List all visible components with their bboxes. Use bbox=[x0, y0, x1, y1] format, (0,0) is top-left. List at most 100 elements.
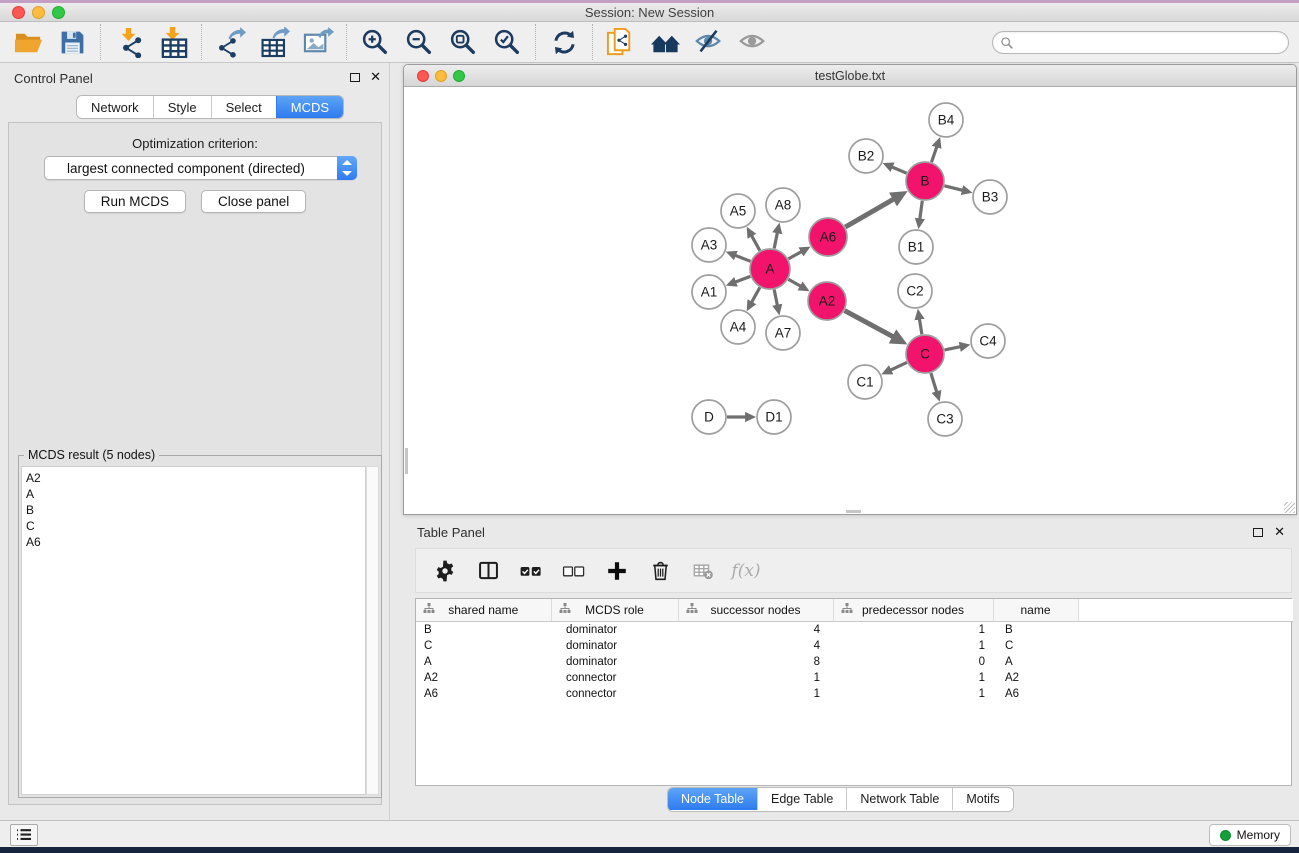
cell-shared-name[interactable]: A2 bbox=[416, 670, 551, 686]
table-row[interactable]: Adominator80A bbox=[416, 654, 1293, 670]
graph-node-C2[interactable]: C2 bbox=[898, 274, 932, 308]
add-column-button[interactable] bbox=[600, 553, 634, 589]
tab-motifs[interactable]: Motifs bbox=[952, 788, 1012, 810]
graph-node-C[interactable]: C bbox=[906, 335, 944, 373]
canvas-horizontal-scroll-thumb[interactable] bbox=[846, 510, 861, 513]
graph-node-C1[interactable]: C1 bbox=[848, 365, 882, 399]
graph-node-A1[interactable]: A1 bbox=[692, 275, 726, 309]
graph-node-B[interactable]: B bbox=[906, 162, 944, 200]
graph-node-A5[interactable]: A5 bbox=[721, 194, 755, 228]
graph-node-C3[interactable]: C3 bbox=[928, 402, 962, 436]
cell-predecessor-nodes[interactable]: 1 bbox=[833, 638, 993, 654]
zoom-out-button[interactable] bbox=[397, 23, 441, 61]
cell-successor-nodes[interactable]: 1 bbox=[678, 670, 833, 686]
graph-node-A8[interactable]: A8 bbox=[766, 188, 800, 222]
import-table-button[interactable] bbox=[151, 23, 195, 61]
show-column-button[interactable] bbox=[471, 553, 505, 589]
refresh-view-button[interactable] bbox=[542, 23, 586, 61]
column-header-MCDS-role[interactable]: MCDS role bbox=[551, 599, 678, 621]
criterion-dropdown[interactable]: largest connected component (directed) bbox=[44, 156, 357, 180]
close-panel-icon[interactable]: ✕ bbox=[370, 72, 381, 82]
close-table-panel-icon[interactable]: ✕ bbox=[1274, 527, 1285, 537]
hide-selected-button[interactable] bbox=[687, 23, 731, 61]
edge-A2-C[interactable] bbox=[845, 311, 895, 338]
open-session-button[interactable] bbox=[6, 23, 50, 61]
column-header-name[interactable]: name bbox=[993, 599, 1078, 621]
cell-MCDS-role[interactable]: connector bbox=[551, 670, 678, 686]
column-header-predecessor-nodes[interactable]: predecessor nodes bbox=[833, 599, 993, 621]
cell-predecessor-nodes[interactable]: 1 bbox=[833, 621, 993, 638]
graph-node-B3[interactable]: B3 bbox=[973, 180, 1007, 214]
search-field[interactable] bbox=[992, 31, 1289, 54]
edge-A-A1[interactable] bbox=[735, 276, 751, 282]
edge-A-A3[interactable] bbox=[735, 255, 751, 261]
graph-node-D[interactable]: D bbox=[692, 400, 726, 434]
graph-node-A3[interactable]: A3 bbox=[692, 228, 726, 262]
cell-successor-nodes[interactable]: 1 bbox=[678, 686, 833, 702]
edge-A-A7[interactable] bbox=[774, 290, 777, 306]
edge-B-B3[interactable] bbox=[944, 186, 963, 191]
cell-name[interactable]: A bbox=[993, 654, 1078, 670]
delete-table-button[interactable] bbox=[686, 553, 720, 589]
graph-node-A[interactable]: A bbox=[750, 249, 790, 289]
edge-A-A2[interactable] bbox=[788, 279, 801, 286]
float-table-panel-icon[interactable] bbox=[1253, 528, 1263, 537]
result-item[interactable]: C bbox=[22, 518, 365, 534]
cell-shared-name[interactable]: A6 bbox=[416, 686, 551, 702]
edge-C-C3[interactable] bbox=[931, 373, 937, 393]
cell-MCDS-role[interactable]: dominator bbox=[551, 621, 678, 638]
cell-predecessor-nodes[interactable]: 1 bbox=[833, 686, 993, 702]
graph-node-C4[interactable]: C4 bbox=[971, 324, 1005, 358]
window-resize-grip[interactable] bbox=[1284, 502, 1295, 513]
run-mcds-button[interactable]: Run MCDS bbox=[84, 190, 186, 213]
canvas-vertical-scroll-thumb[interactable] bbox=[405, 448, 408, 474]
cell-successor-nodes[interactable]: 4 bbox=[678, 638, 833, 654]
edge-A-A6[interactable] bbox=[788, 251, 802, 259]
graph-node-B4[interactable]: B4 bbox=[929, 103, 963, 137]
cell-MCDS-role[interactable]: dominator bbox=[551, 654, 678, 670]
cell-shared-name[interactable]: C bbox=[416, 638, 551, 654]
cell-predecessor-nodes[interactable]: 0 bbox=[833, 654, 993, 670]
zoom-fit-button[interactable] bbox=[441, 23, 485, 61]
result-item[interactable]: A2 bbox=[22, 470, 365, 486]
export-image-button[interactable] bbox=[296, 23, 340, 61]
cell-MCDS-role[interactable]: dominator bbox=[551, 638, 678, 654]
graph-node-A6[interactable]: A6 bbox=[809, 218, 847, 256]
export-network-button[interactable] bbox=[208, 23, 252, 61]
duplicate-network-button[interactable] bbox=[599, 23, 643, 61]
cell-name[interactable]: C bbox=[993, 638, 1078, 654]
home-layout-button[interactable] bbox=[643, 23, 687, 61]
edge-C-C2[interactable] bbox=[919, 318, 922, 334]
result-scrollbar[interactable] bbox=[366, 466, 379, 795]
search-input[interactable] bbox=[1014, 33, 1288, 52]
graph-node-B1[interactable]: B1 bbox=[899, 230, 933, 264]
select-all-button[interactable] bbox=[514, 553, 548, 589]
edge-B-B2[interactable] bbox=[891, 167, 906, 173]
graph-node-A7[interactable]: A7 bbox=[766, 316, 800, 350]
graph-node-A2[interactable]: A2 bbox=[808, 282, 846, 320]
tab-select[interactable]: Select bbox=[211, 96, 276, 118]
task-history-button[interactable] bbox=[10, 824, 38, 846]
tab-style[interactable]: Style bbox=[153, 96, 211, 118]
tab-mcds[interactable]: MCDS bbox=[276, 96, 343, 118]
column-settings-button[interactable] bbox=[428, 553, 462, 589]
table-row[interactable]: Bdominator41B bbox=[416, 621, 1293, 638]
cell-name[interactable]: A2 bbox=[993, 670, 1078, 686]
column-header-shared-name[interactable]: shared name bbox=[416, 599, 551, 621]
edge-C-C4[interactable] bbox=[945, 347, 961, 350]
save-session-button[interactable] bbox=[50, 23, 94, 61]
edge-A-A8[interactable] bbox=[774, 232, 777, 248]
close-panel-button[interactable]: Close panel bbox=[201, 190, 306, 213]
export-table-button[interactable] bbox=[252, 23, 296, 61]
column-header-successor-nodes[interactable]: successor nodes bbox=[678, 599, 833, 621]
cell-name[interactable]: A6 bbox=[993, 686, 1078, 702]
graph-node-B2[interactable]: B2 bbox=[849, 139, 883, 173]
graph-node-D1[interactable]: D1 bbox=[757, 400, 791, 434]
edge-A6-B[interactable] bbox=[845, 198, 894, 227]
edge-A-A4[interactable] bbox=[751, 287, 760, 302]
network-canvas[interactable]: B4B2BB3A8A5A6A3B1AA1C2A2A4A7C4CC1C3DD1 bbox=[404, 87, 1296, 514]
cell-MCDS-role[interactable]: connector bbox=[551, 686, 678, 702]
tab-edge-table[interactable]: Edge Table bbox=[757, 788, 846, 810]
float-panel-icon[interactable] bbox=[350, 73, 360, 82]
tab-network[interactable]: Network bbox=[77, 96, 153, 118]
